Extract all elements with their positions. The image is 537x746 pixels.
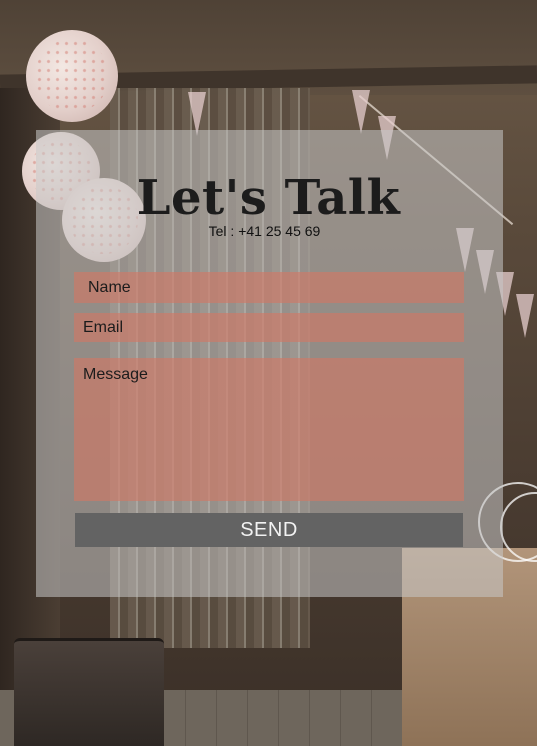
name-input[interactable] [74,272,464,303]
bunting-flag [516,294,534,338]
page-title: Let's Talk [136,170,401,226]
paper-lantern [26,30,118,122]
email-input[interactable] [74,313,464,342]
send-button[interactable]: SEND [75,513,463,547]
trunk [14,638,164,746]
message-textarea[interactable] [74,358,464,501]
phone-number: Tel : +41 25 45 69 [208,223,321,239]
bunting-flag [352,90,370,134]
